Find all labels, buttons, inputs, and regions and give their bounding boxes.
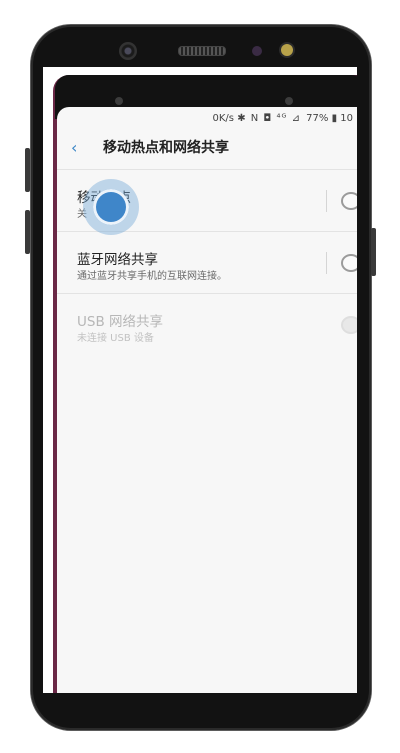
phone-screen: 0K/s ✱ N ◘ ⁴ᴳ ⊿ 77% ▮ 10 ‹ 移动热点和网络共享 移动热… bbox=[43, 67, 357, 695]
status-bar-content: 0K/s ✱ N ◘ ⁴ᴳ ⊿ 77% ▮ 10 bbox=[213, 113, 353, 124]
setting-title: USB 网络共享 bbox=[77, 314, 164, 330]
battery-level: 77% bbox=[306, 113, 329, 124]
bluetooth-tethering-toggle[interactable] bbox=[341, 254, 357, 272]
setting-usb-tethering[interactable]: USB 网络共享 未连接 USB 设备 bbox=[57, 293, 357, 355]
back-arrow-icon[interactable]: ‹ bbox=[71, 137, 87, 159]
setting-bluetooth-tethering[interactable]: 蓝牙网络共享 通过蓝牙共享手机的互联网连接。 bbox=[57, 231, 357, 293]
row-divider bbox=[326, 252, 327, 274]
network-speed: 0K/s bbox=[212, 113, 235, 124]
status-bar: 0K/s ✱ N ◘ ⁴ᴳ ⊿ 77% ▮ 10 bbox=[57, 107, 357, 129]
earpiece-speaker bbox=[178, 46, 226, 56]
front-camera bbox=[119, 42, 137, 60]
setting-description: 通过蓝牙共享手机的互联网连接。 bbox=[77, 271, 227, 282]
bixby-button[interactable] bbox=[25, 148, 30, 192]
battery-icon: ▮ bbox=[331, 113, 338, 124]
row-divider bbox=[326, 190, 327, 212]
clock: 10 bbox=[340, 113, 353, 124]
setting-description: 未连接 USB 设备 bbox=[77, 333, 154, 344]
page-title: 移动热点和网络共享 bbox=[103, 140, 229, 156]
touch-indicator bbox=[83, 179, 139, 235]
volume-button[interactable] bbox=[25, 210, 30, 254]
app-bar: ‹ 移动热点和网络共享 bbox=[57, 129, 357, 169]
power-button[interactable] bbox=[371, 228, 376, 276]
touch-indicator-core bbox=[93, 189, 129, 225]
front-flash bbox=[281, 44, 293, 56]
usb-tethering-toggle[interactable] bbox=[341, 316, 357, 334]
bottom-bezel bbox=[43, 693, 357, 715]
proximity-sensor bbox=[252, 46, 262, 56]
hotspot-toggle[interactable] bbox=[341, 192, 357, 210]
bg-sensor-dot bbox=[285, 97, 293, 105]
setting-title: 蓝牙网络共享 bbox=[77, 252, 158, 268]
bg-camera-dot bbox=[115, 97, 123, 105]
status-icons: ✱ N ◘ ⁴ᴳ ⊿ bbox=[237, 113, 301, 124]
